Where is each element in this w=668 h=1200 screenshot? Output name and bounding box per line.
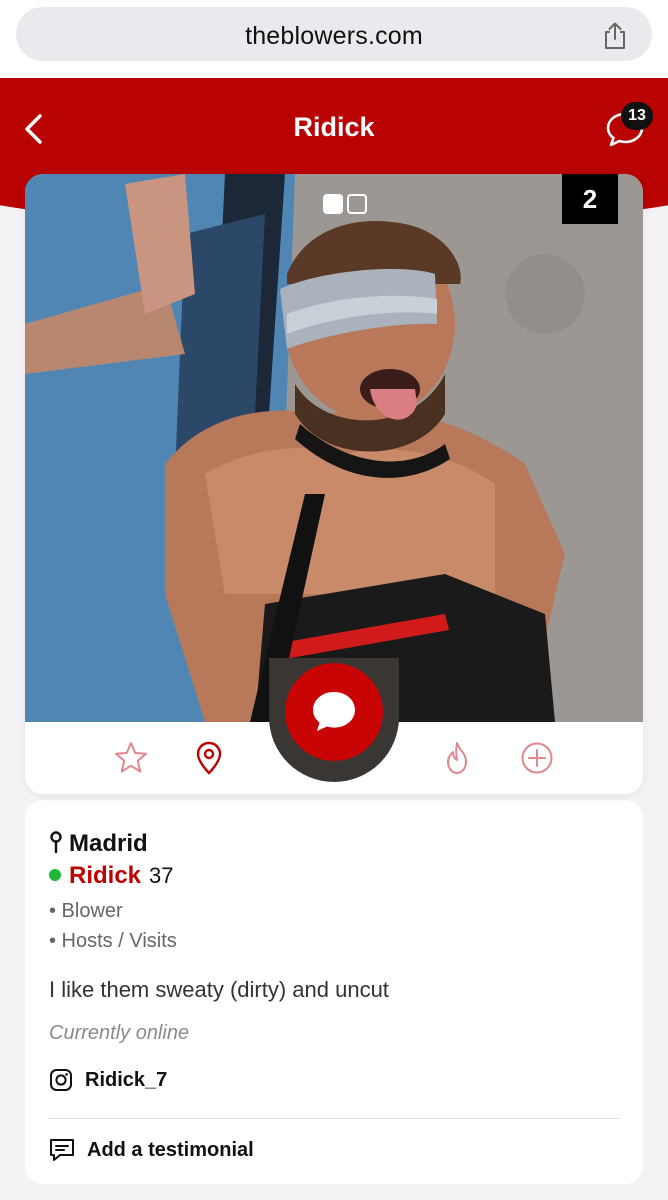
divider — [49, 1118, 619, 1119]
flame-icon[interactable] — [439, 740, 475, 776]
message-button[interactable] — [285, 663, 383, 761]
tag-item: • Blower — [49, 900, 123, 922]
photo-count: 2 — [562, 174, 618, 224]
address-bar[interactable]: theblowers.com — [16, 7, 652, 61]
url-text: theblowers.com — [245, 22, 423, 50]
profile-info-card: Madrid Ridick 37 • Blower • Hosts / Visit… — [25, 800, 643, 1184]
city-label: Madrid — [69, 830, 148, 857]
tag-item: • Hosts / Visits — [49, 930, 177, 952]
photo-pager — [323, 194, 367, 214]
instagram-icon — [50, 1069, 72, 1091]
star-icon[interactable] — [113, 740, 149, 776]
name-row: Ridick 37 — [49, 862, 174, 890]
plus-circle-icon[interactable] — [519, 740, 555, 776]
browser-bar: theblowers.com — [0, 0, 668, 78]
map-pin-icon — [50, 831, 62, 853]
chat-bubble-icon — [313, 692, 355, 731]
add-testimonial-label: Add a testimonial — [87, 1138, 254, 1161]
profile-age: 37 — [149, 863, 174, 888]
comment-icon — [50, 1139, 74, 1161]
share-icon[interactable] — [600, 21, 630, 51]
unread-badge: 13 — [621, 102, 653, 130]
online-indicator — [49, 869, 61, 881]
profile-name: Ridick — [69, 862, 142, 889]
location-row: Madrid — [49, 830, 148, 858]
page-title: Ridick — [293, 112, 375, 142]
pager-dot-active[interactable] — [323, 194, 343, 214]
profile-photo[interactable] — [25, 174, 643, 722]
profile-bio: I like them sweaty (dirty) and uncut — [49, 977, 389, 1002]
pager-dot[interactable] — [347, 194, 367, 214]
online-status: Currently online — [49, 1022, 190, 1044]
map-pin-icon[interactable] — [191, 740, 227, 776]
photo-image — [25, 174, 643, 722]
instagram-link[interactable]: Ridick_7 — [49, 1068, 167, 1092]
add-testimonial-button[interactable]: Add a testimonial — [49, 1138, 254, 1162]
instagram-handle: Ridick_7 — [85, 1068, 168, 1091]
